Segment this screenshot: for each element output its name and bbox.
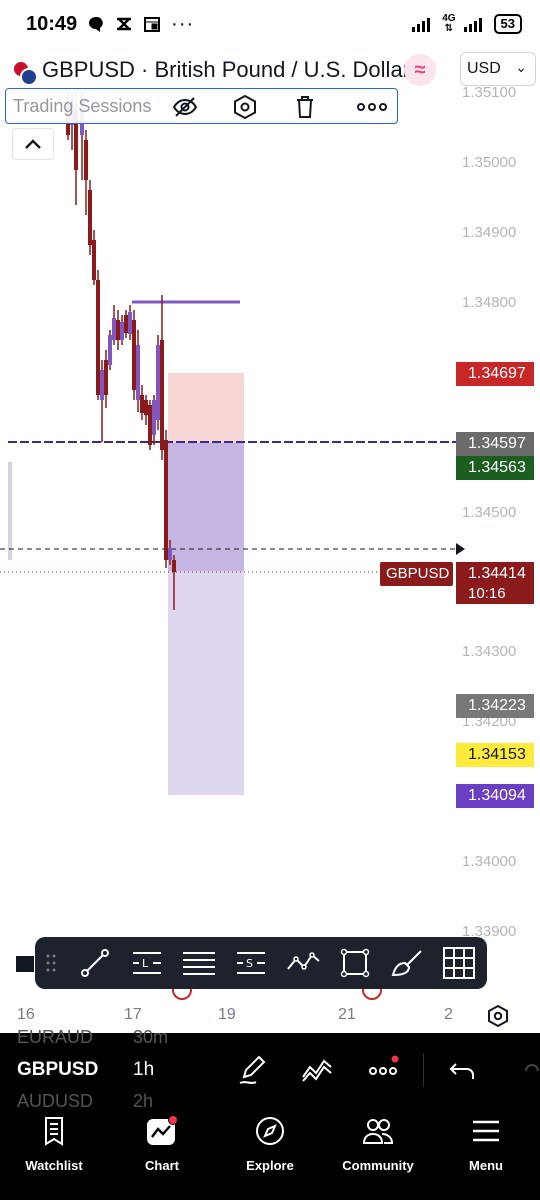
- svg-text:L: L: [142, 957, 149, 970]
- next-timeframe[interactable]: 2h: [133, 1091, 153, 1112]
- settings-hexagon-icon[interactable]: [232, 94, 258, 120]
- profit-zone-upper: [168, 443, 244, 571]
- brush-icon[interactable]: [389, 945, 425, 981]
- price-tick: 1.34000: [462, 853, 517, 870]
- watchlist-icon: [45, 1117, 63, 1146]
- time-tick: 16: [17, 1006, 35, 1023]
- chevron-up-icon: [25, 139, 41, 149]
- symbol-price-label: GBPUSD: [380, 562, 453, 586]
- parallel-lines-icon[interactable]: [181, 945, 217, 981]
- price-tick: 1.34800: [462, 294, 517, 311]
- fib-levels-icon[interactable]: L: [129, 945, 165, 981]
- tradingview-logo: [16, 956, 34, 972]
- price-tick: 1.34300: [462, 643, 517, 660]
- stop-loss-price-tag[interactable]: 1.34697: [456, 362, 534, 386]
- nav-label: Explore: [246, 1158, 294, 1173]
- svg-text:S: S: [246, 957, 253, 970]
- nav-community[interactable]: Community: [324, 1113, 432, 1200]
- price-tick: 1.34500: [462, 504, 517, 521]
- indicators-icon[interactable]: [300, 1053, 334, 1087]
- nav-label: Community: [342, 1158, 414, 1173]
- more-dots-icon: ···: [171, 12, 195, 35]
- nav-watchlist[interactable]: Watchlist: [0, 1113, 108, 1200]
- more-tools-icon[interactable]: [366, 1053, 400, 1087]
- symbol-title[interactable]: GBPUSD · British Pound / U.S. Dollar: [42, 57, 410, 83]
- eye-off-icon[interactable]: [172, 94, 198, 120]
- profit-zone-lower: [168, 571, 244, 795]
- crosshair-price-tag[interactable]: 1.34223: [456, 694, 534, 718]
- indicator-name: Trading Sessions: [13, 96, 152, 116]
- stop-loss-zone: [168, 373, 244, 443]
- community-icon: [362, 1119, 394, 1144]
- wave-icon[interactable]: ≈: [404, 54, 436, 86]
- nav-explore[interactable]: Explore: [216, 1113, 324, 1200]
- drawing-toolbar: L S: [35, 937, 487, 989]
- undo-icon[interactable]: [446, 1053, 480, 1087]
- timeframe-picker[interactable]: 1h: [133, 1059, 154, 1081]
- pencil-draw-icon[interactable]: [236, 1053, 270, 1087]
- currency-value: USD: [467, 60, 501, 77]
- nav-label: Chart: [145, 1158, 179, 1173]
- rectangle-icon[interactable]: [337, 945, 373, 981]
- time-tick: 19: [218, 1006, 236, 1023]
- compass-icon: [256, 1117, 284, 1145]
- drag-handle-icon[interactable]: [45, 953, 57, 973]
- scroll-indicator: [8, 462, 12, 560]
- status-bar: 10:49 ··· 4G ⇅ 53: [0, 0, 540, 48]
- level-price-tag[interactable]: 1.34153: [456, 743, 534, 767]
- prev-timeframe[interactable]: 30m: [133, 1027, 168, 1048]
- grid-icon[interactable]: [441, 945, 477, 981]
- more-options-icon[interactable]: [356, 94, 388, 120]
- trend-line-icon[interactable]: [77, 945, 113, 981]
- time-tick: 21: [338, 1006, 356, 1023]
- nav-label: Menu: [469, 1158, 503, 1173]
- bottom-panel: EURAUD 30m GBPUSD 1h AUDUSD 2h Watchlist…: [0, 1027, 540, 1200]
- currency-flags-icon: [12, 60, 38, 86]
- prev-symbol[interactable]: EURAUD: [17, 1027, 93, 1048]
- last-price-tag: 1.34414 10:16: [456, 562, 534, 604]
- data-arrows-icon: ⇅: [444, 23, 454, 34]
- price-tick: 1.35100: [462, 84, 517, 101]
- chart-header: GBPUSD · British Pound / U.S. Dollar ≈ U…: [0, 48, 540, 92]
- redo-icon[interactable]: [516, 1059, 540, 1083]
- bid-price-tag[interactable]: 1.34563: [456, 456, 534, 480]
- pattern-icon[interactable]: [285, 945, 321, 981]
- link-x-icon: [117, 17, 132, 31]
- entry-price-tag[interactable]: 1.34597: [456, 432, 534, 456]
- nav-label: Watchlist: [25, 1158, 83, 1173]
- collapse-legend-button[interactable]: [12, 128, 54, 160]
- chat-bubble-icon: [89, 16, 103, 32]
- price-tick: 1.34900: [462, 224, 517, 241]
- hamburger-menu-icon: [473, 1120, 499, 1142]
- status-time: 10:49: [26, 12, 78, 35]
- battery-indicator: 53: [493, 14, 522, 34]
- nav-chart[interactable]: Chart: [108, 1113, 216, 1200]
- last-price-value: 1.34414: [468, 565, 526, 582]
- crosshair-arrow: [456, 543, 465, 555]
- signal-icon: [412, 18, 431, 32]
- price-tick: 1.35000: [462, 154, 517, 171]
- time-tick: 2: [444, 1006, 453, 1023]
- bar-countdown: 10:16: [468, 585, 506, 602]
- take-profit-price-tag[interactable]: 1.34094: [456, 784, 534, 808]
- next-symbol[interactable]: AUDUSD: [17, 1091, 93, 1112]
- nav-menu[interactable]: Menu: [432, 1113, 540, 1200]
- chevron-down-icon: ⌄: [515, 59, 527, 75]
- time-tick: 17: [124, 1006, 142, 1023]
- trash-icon[interactable]: [292, 94, 318, 120]
- signal-icon-2: [463, 18, 482, 32]
- chart-icon: [147, 1115, 178, 1145]
- chart-settings-icon[interactable]: [486, 1004, 510, 1028]
- currency-select[interactable]: USD ⌄: [460, 52, 536, 86]
- price-range-icon[interactable]: S: [233, 945, 269, 981]
- calendar-icon: [144, 17, 161, 32]
- indicator-legend[interactable]: Trading Sessions: [5, 88, 398, 124]
- symbol-picker[interactable]: GBPUSD: [17, 1059, 98, 1081]
